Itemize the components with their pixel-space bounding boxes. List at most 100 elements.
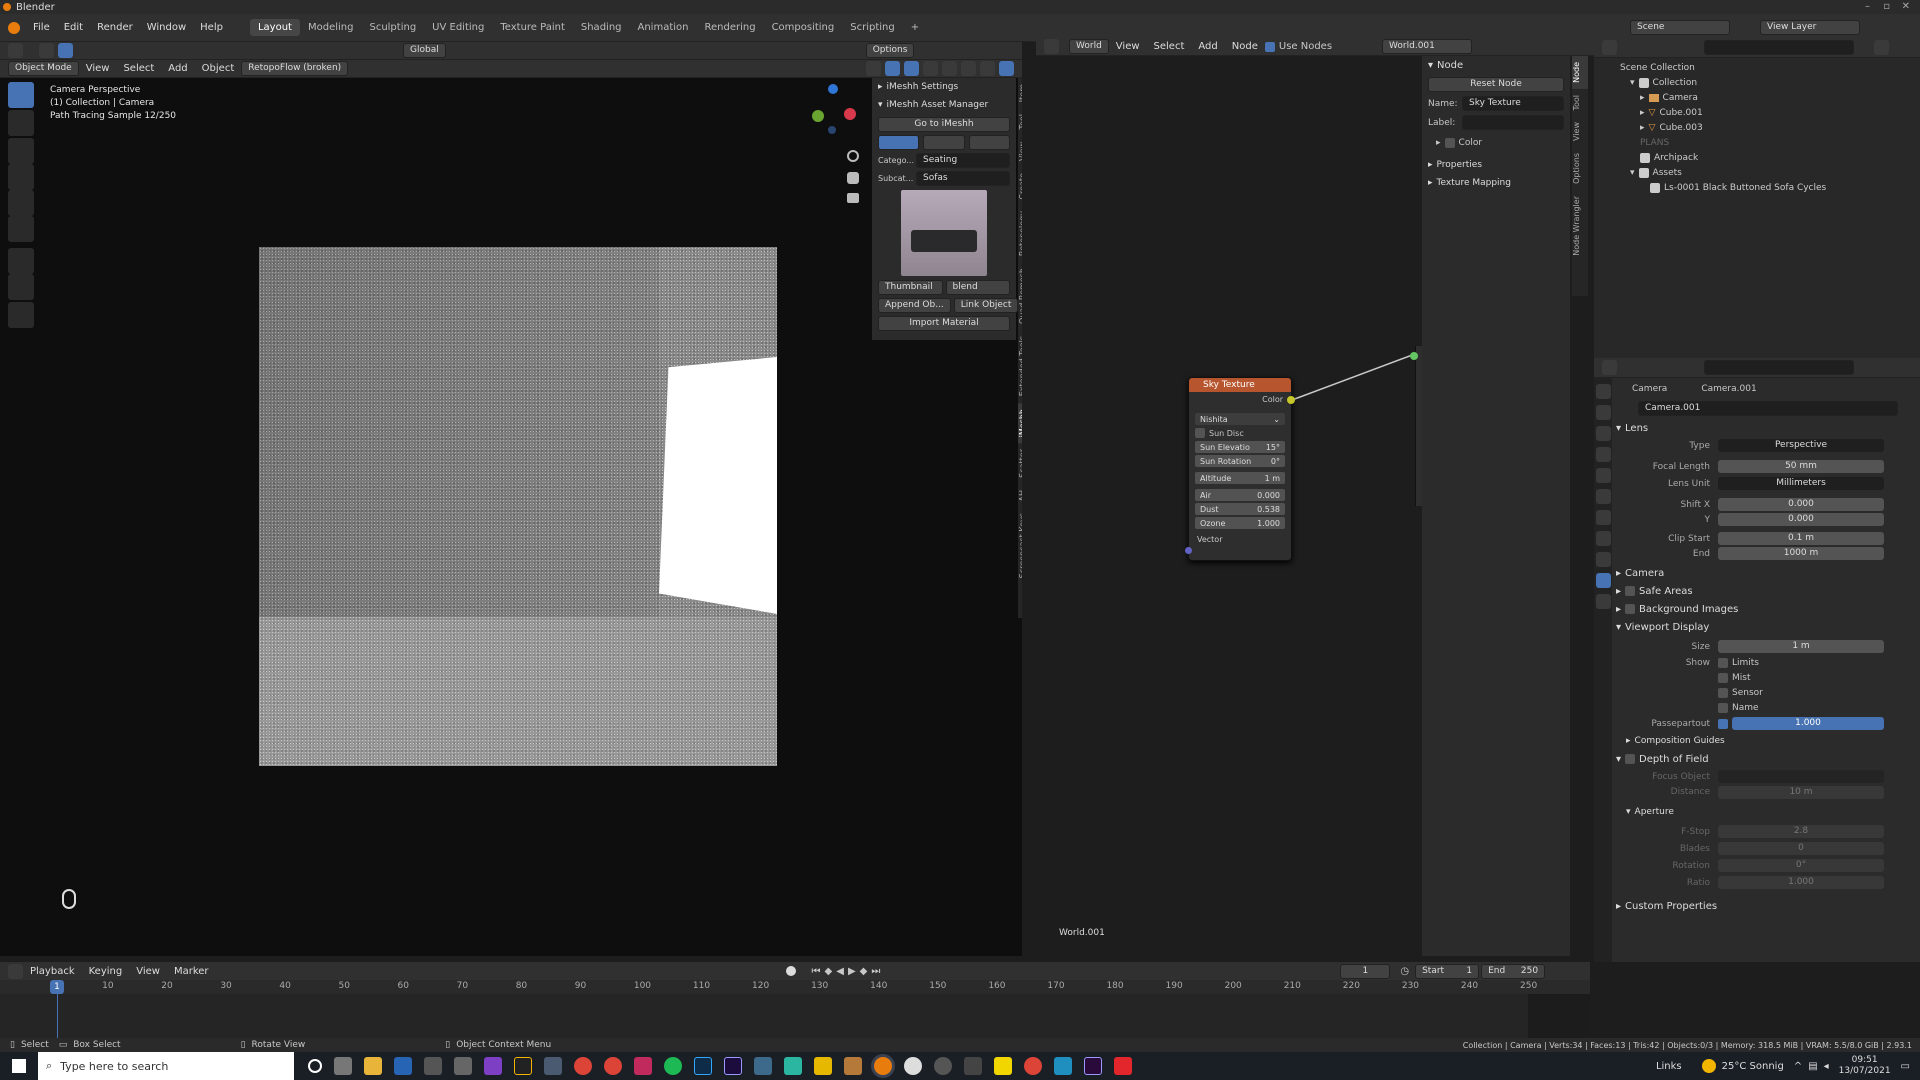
collection-properties-icon[interactable] — [1595, 510, 1611, 525]
task-view-icon[interactable] — [334, 1057, 352, 1075]
node-menu-node[interactable]: Node — [1225, 41, 1265, 52]
tab-scripting[interactable]: Scripting — [842, 19, 902, 36]
blades-field[interactable]: 0 — [1718, 842, 1884, 855]
altitude-field[interactable]: Altitude 1 m — [1195, 472, 1285, 484]
constraints-properties-icon[interactable] — [1595, 552, 1611, 567]
camera-section[interactable]: ▸ Camera — [1616, 564, 1916, 582]
tab-compositing[interactable]: Compositing — [764, 19, 843, 36]
cortana-icon[interactable] — [308, 1059, 322, 1073]
menu-edit[interactable]: Edit — [57, 22, 90, 33]
dust-field[interactable]: Dust 0.538 — [1195, 503, 1285, 515]
sky-type-dropdown[interactable]: Nishita ⌄ — [1195, 413, 1285, 425]
menu-file[interactable]: File — [26, 22, 57, 33]
editor-type-icon[interactable] — [8, 43, 23, 58]
tab-rendering[interactable]: Rendering — [696, 19, 763, 36]
overlay-icon[interactable] — [904, 61, 919, 76]
tool-cursor[interactable] — [8, 110, 34, 136]
lens-type-dropdown[interactable]: Perspective — [1718, 439, 1884, 452]
photoshop-icon[interactable] — [694, 1057, 712, 1075]
outliner-row-cube-001[interactable]: ▸ ▽ Cube.001 — [1594, 105, 1920, 120]
chrome-icon[interactable] — [574, 1057, 592, 1075]
menu-window[interactable]: Window — [140, 22, 193, 33]
node-menu-view[interactable]: View — [1109, 41, 1147, 52]
sun-elevation-field[interactable]: Sun Elevatio 15° — [1195, 441, 1285, 453]
affinity-icon[interactable] — [484, 1057, 502, 1075]
link-object-button[interactable]: Link Object — [953, 298, 1019, 313]
calendar-icon[interactable] — [964, 1057, 982, 1075]
distance-field[interactable]: 10 m — [1718, 785, 1884, 799]
outliner-search-field[interactable] — [1704, 40, 1854, 55]
go-to-imeshh-button[interactable]: Go to iMeshh — [878, 117, 1010, 132]
timeline-ruler[interactable]: 10 20 30 40 50 60 70 80 90 100 110 120 130 140 150 160 1… — [0, 980, 1590, 994]
imeshh-asset-manager-header[interactable]: ▾ iMeshh Asset Manager — [872, 96, 1016, 114]
tab-animation[interactable]: Animation — [630, 19, 697, 36]
jump-end-icon[interactable]: ⏭ — [871, 966, 880, 977]
tool-move[interactable] — [8, 138, 34, 164]
object-properties-icon[interactable] — [1595, 531, 1611, 546]
calculator-icon[interactable] — [424, 1057, 442, 1075]
options-dropdown[interactable]: Options — [865, 43, 915, 58]
background-images-section[interactable]: ▸ Background Images — [1616, 600, 1916, 618]
outliner-row-archipack[interactable]: Archipack — [1594, 150, 1920, 165]
node-name-field[interactable]: Sky Texture — [1462, 96, 1564, 111]
lens-unit-dropdown[interactable]: Millimeters — [1718, 477, 1884, 490]
app-icon[interactable] — [454, 1057, 472, 1075]
play-reverse-icon[interactable]: ◀ — [836, 966, 844, 977]
clip-start-field[interactable]: 0.1 m — [1718, 532, 1884, 545]
view-layer-selector[interactable]: View Layer — [1760, 20, 1860, 35]
name-checkbox[interactable] — [1718, 702, 1728, 713]
camera-datablock-field[interactable]: Camera.001 — [1638, 401, 1898, 416]
sticky-notes-icon[interactable] — [994, 1057, 1012, 1075]
socket-green-icon[interactable] — [1410, 352, 1418, 360]
depth-of-field-section[interactable]: ▾ Depth of Field — [1616, 750, 1916, 768]
viewport-menu-add[interactable]: Add — [161, 63, 194, 74]
vector-input-socket-icon[interactable] — [1185, 547, 1192, 554]
outliner-row-collection[interactable]: ▾ Collection — [1594, 75, 1920, 90]
zoom-icon[interactable] — [847, 150, 859, 162]
tray-chevron-icon[interactable]: ^ — [1794, 1061, 1802, 1072]
data-properties-icon[interactable] — [1595, 573, 1611, 588]
materials-icon[interactable] — [923, 135, 965, 150]
texture-properties-icon[interactable] — [1595, 594, 1611, 609]
axis-y-icon[interactable] — [812, 110, 824, 122]
tool-scale[interactable] — [8, 190, 34, 216]
axis-x-icon[interactable] — [844, 108, 856, 120]
chrome-3-icon[interactable] — [1024, 1057, 1042, 1075]
media-encoder-icon[interactable] — [724, 1057, 742, 1075]
maximize-icon[interactable]: ▫ — [1883, 1, 1890, 12]
app-b-icon[interactable] — [544, 1057, 562, 1075]
rotation-field[interactable]: 0° — [1718, 859, 1884, 872]
tab-modeling[interactable]: Modeling — [300, 19, 362, 36]
asset-thumbnail[interactable] — [901, 190, 987, 276]
import-material-button[interactable]: Import Material — [878, 316, 1010, 331]
shading-rendered-icon[interactable] — [999, 61, 1014, 76]
3d-viewport[interactable]: Camera Perspective (1) Collection | Came… — [0, 78, 1022, 956]
timeline-menu-marker[interactable]: Marker — [167, 966, 216, 977]
timeline-menu-view[interactable]: View — [129, 966, 167, 977]
visibility-icon[interactable] — [866, 61, 881, 76]
app-d-icon[interactable] — [844, 1057, 862, 1075]
taskbar-search[interactable]: ⌕ Type here to search — [38, 1052, 294, 1080]
blend-button[interactable]: blend — [945, 280, 1010, 295]
imeshh-settings-header[interactable]: ▸ iMeshh Settings — [872, 78, 1016, 96]
spotify-icon[interactable] — [664, 1057, 682, 1075]
network-icon[interactable]: ▤ — [1808, 1061, 1817, 1072]
limits-checkbox[interactable] — [1718, 657, 1728, 668]
tool-add-cube[interactable] — [8, 302, 34, 328]
tool-select-box[interactable] — [8, 82, 34, 108]
world-output-node-edge[interactable] — [1415, 346, 1422, 506]
retopoflow-dropdown[interactable]: RetopoFlow (broken) — [241, 61, 349, 76]
jump-start-icon[interactable]: ⏮ — [812, 966, 821, 977]
shift-x-field[interactable]: 0.000 — [1718, 498, 1884, 511]
color-section[interactable]: ▸ Color — [1436, 138, 1556, 148]
outliner-row-sofa[interactable]: Ls-0001 Black Buttoned Sofa Cycles — [1594, 180, 1920, 195]
start-frame-field[interactable]: Start 1 — [1415, 963, 1480, 979]
node-panel-header[interactable]: ▾ Node — [1422, 56, 1570, 74]
playhead[interactable]: 1 — [50, 980, 64, 994]
timeline[interactable]: Playback Keying View Marker ⏮ ◆ ◀ ▶ ◆ ⏭ … — [0, 962, 1590, 1038]
camera-view-icon[interactable] — [847, 193, 859, 203]
xray-icon[interactable] — [923, 61, 938, 76]
premiere-icon[interactable] — [1084, 1057, 1102, 1075]
blender-taskbar-icon[interactable] — [874, 1057, 892, 1075]
tool-measure[interactable] — [8, 274, 34, 300]
